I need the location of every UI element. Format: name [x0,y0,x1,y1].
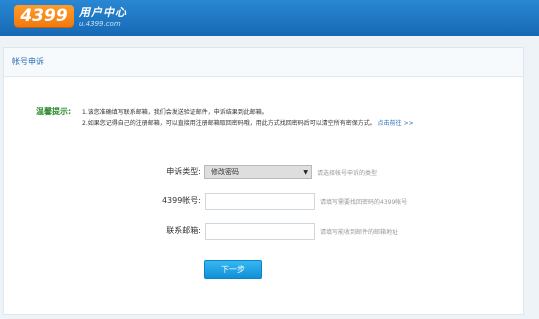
appeal-type-select[interactable]: 修改密码 ▼ [204,165,312,179]
appeal-panel: 帐号申诉 温馨提示: 1.该您准确填写联系邮箱，我们会发送验证邮件，申诉结果到此… [3,47,524,315]
account-label: 4399帐号: [161,196,201,205]
email-label: 联系邮箱: [166,226,201,235]
header-bar: 4399 用户中心 u.4399.com [0,0,539,36]
account-input[interactable] [205,193,315,210]
account-hint: 请填写需要找回密码的4399帐号 [320,199,408,206]
panel-header: 帐号申诉 [4,48,523,77]
appeal-type-hint: 请选择帐号申诉的类型 [317,170,378,177]
brand-title: 用户中心 [79,6,127,19]
tips-line-2: 2.如果您记得自己的注册邮箱，可以直接用注册邮箱取回密码哦，用此方式找回密码后可… [82,119,414,128]
appeal-type-value: 修改密码 [211,168,239,176]
brand-url: u.4399.com [79,20,121,28]
email-hint: 请填写能收到邮件的邮箱地址 [320,229,399,236]
next-step-button[interactable]: 下一步 [204,260,262,279]
go-now-link[interactable]: 点击前往 >> [378,120,414,127]
dropdown-arrow-icon: ▼ [303,169,308,176]
panel-title: 帐号申诉 [12,57,44,66]
logo-4399[interactable]: 4399 [14,5,74,27]
tips-line-1: 1.该您准确填写联系邮箱，我们会发送验证邮件，申诉结果到此邮箱。 [82,109,268,116]
email-input[interactable] [205,223,315,240]
tips-line-2-text: 2.如果您记得自己的注册邮箱，可以直接用注册邮箱取回密码哦，用此方式找回密码后可… [82,120,376,127]
page: 4399 用户中心 u.4399.com 帐号申诉 温馨提示: 1.该您准确填写… [0,0,539,319]
tips-label: 温馨提示: [36,107,72,116]
appeal-type-label: 申诉类型: [166,167,201,176]
